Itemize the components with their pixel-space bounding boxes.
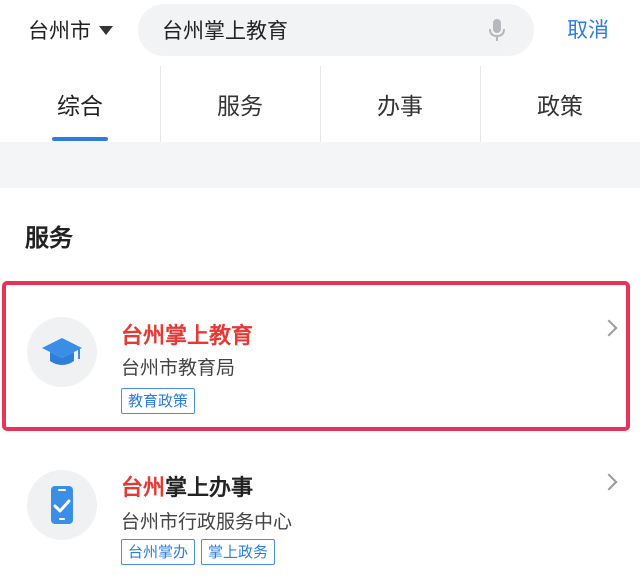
search-box[interactable] — [138, 4, 534, 56]
caret-down-icon — [99, 25, 113, 35]
tag-list: 台州掌办 掌上政务 — [121, 539, 276, 565]
search-header: 台州市 取消 — [0, 0, 640, 64]
tab-label: 办事 — [377, 94, 423, 120]
result-tabs: 综合 服务 办事 政策 — [0, 66, 640, 142]
tab-label: 综合 — [57, 94, 103, 120]
result-item-education[interactable]: 台州掌上教育 台州市教育局 教育政策 — [0, 281, 640, 433]
result-subtitle: 台州市行政服务中心 — [121, 511, 293, 533]
chevron-right-icon — [600, 319, 618, 337]
section-title: 服务 — [25, 224, 73, 252]
cancel-button[interactable]: 取消 — [567, 14, 609, 44]
result-subtitle: 台州市教育局 — [121, 357, 236, 379]
result-title: 台州掌上教育 — [121, 318, 253, 350]
title-highlight: 台州掌上教育 — [121, 324, 254, 349]
tab-affairs[interactable]: 办事 — [320, 66, 480, 142]
tab-label: 政策 — [537, 94, 583, 120]
graduation-cap-icon — [27, 317, 97, 387]
tag[interactable]: 台州掌办 — [121, 539, 196, 565]
mobile-check-icon — [27, 470, 97, 540]
active-tab-indicator — [52, 137, 108, 141]
title-highlight: 台州 — [121, 476, 166, 501]
result-item-affairs[interactable]: 台州掌上办事 台州市行政服务中心 台州掌办 掌上政务 — [0, 452, 640, 586]
result-title: 台州掌上办事 — [121, 470, 253, 502]
chevron-right-icon — [600, 473, 618, 491]
microphone-icon[interactable] — [488, 18, 506, 42]
tag[interactable]: 掌上政务 — [201, 539, 276, 565]
section-gap — [0, 142, 640, 188]
tab-label: 服务 — [217, 94, 263, 120]
tag-list: 教育政策 — [121, 388, 196, 414]
tab-services[interactable]: 服务 — [160, 66, 320, 142]
tab-policies[interactable]: 政策 — [480, 66, 640, 142]
title-rest: 掌上办事 — [165, 476, 254, 501]
city-selector[interactable]: 台州市 — [28, 14, 113, 46]
city-label: 台州市 — [28, 19, 91, 43]
tab-comprehensive[interactable]: 综合 — [0, 66, 160, 142]
search-input[interactable] — [162, 4, 482, 56]
tag[interactable]: 教育政策 — [121, 388, 196, 414]
